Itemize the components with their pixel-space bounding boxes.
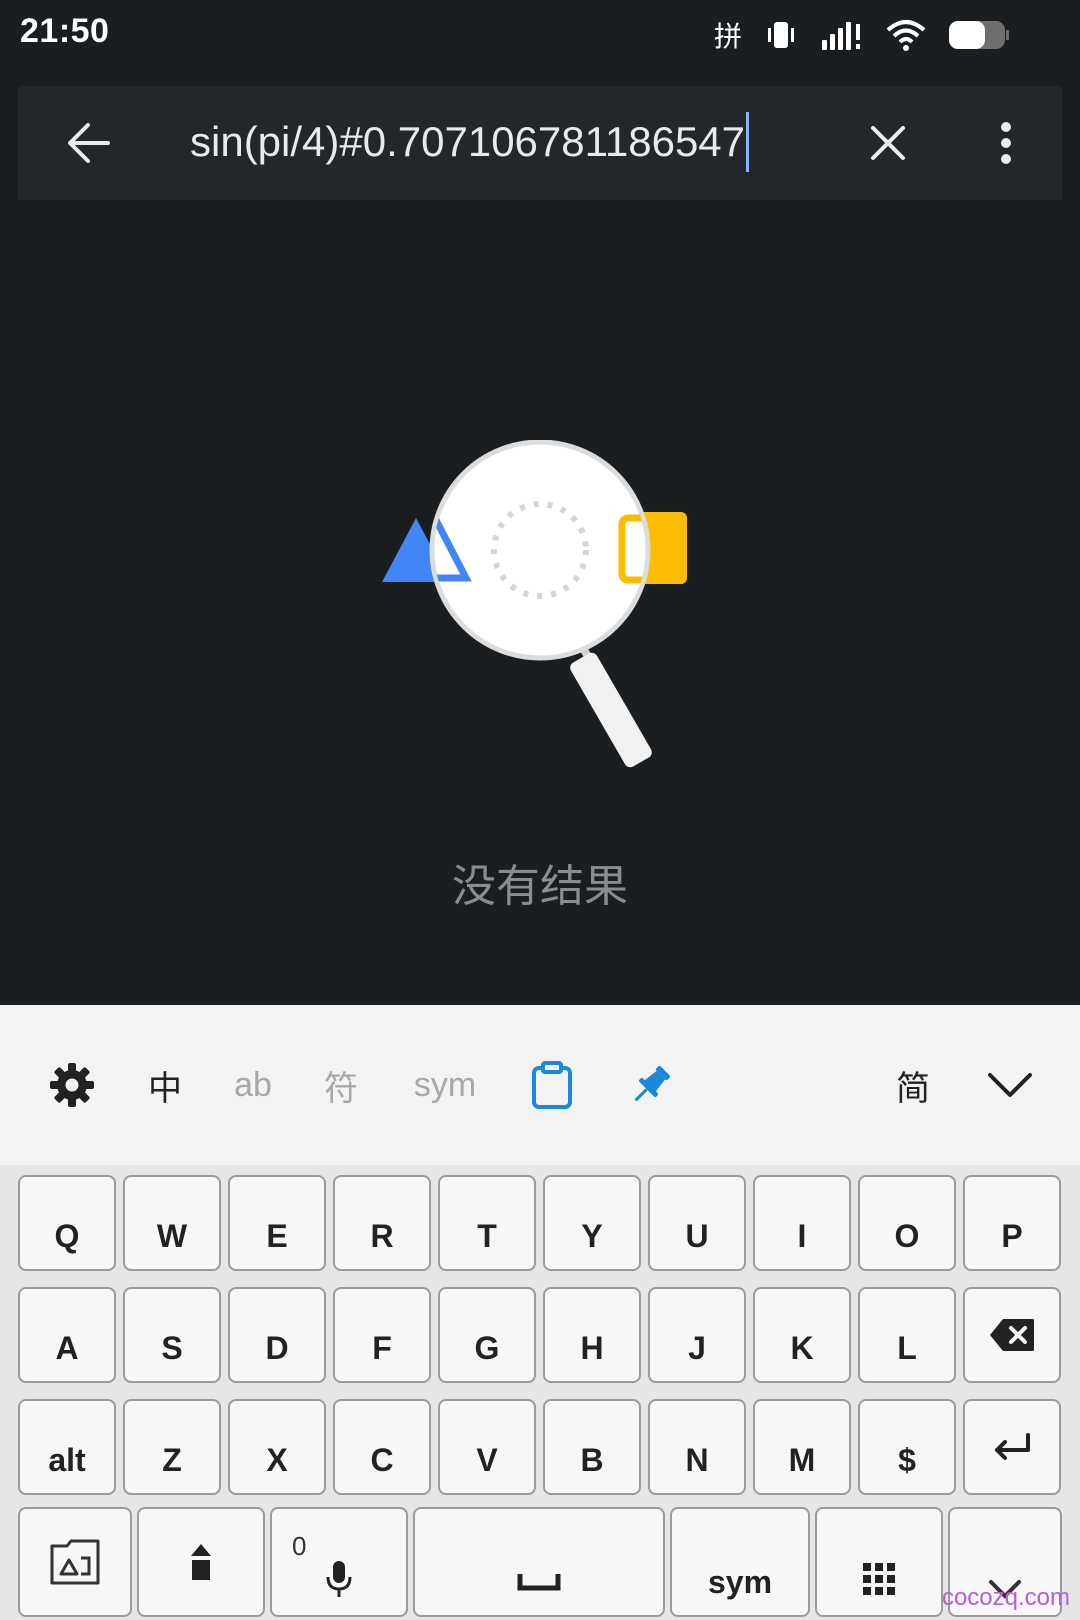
- back-button[interactable]: [58, 113, 118, 173]
- backspace-key[interactable]: [963, 1287, 1061, 1383]
- key-x[interactable]: X: [228, 1399, 326, 1495]
- ime-indicator: 拼: [713, 20, 742, 53]
- grid-icon: [863, 1563, 895, 1595]
- key-i[interactable]: I: [753, 1175, 851, 1271]
- collapse-toolbar-button[interactable]: [982, 1055, 1038, 1115]
- numpad-key[interactable]: [815, 1507, 943, 1617]
- more-options-button[interactable]: [986, 113, 1026, 173]
- key-alt[interactable]: alt: [18, 1399, 116, 1495]
- mode-symbols-cn[interactable]: 符: [316, 1055, 366, 1115]
- enter-key[interactable]: [963, 1399, 1061, 1495]
- mode-symbols[interactable]: sym: [410, 1055, 480, 1115]
- battery-icon: [948, 18, 1010, 52]
- simplified-chinese-toggle[interactable]: 简: [888, 1055, 938, 1115]
- key-e[interactable]: E: [228, 1175, 326, 1271]
- key-q[interactable]: Q: [18, 1175, 116, 1271]
- signal-icon: [820, 18, 864, 52]
- key-n[interactable]: N: [648, 1399, 746, 1495]
- close-icon: [871, 126, 905, 160]
- vibrate-icon: [764, 18, 798, 52]
- key-j[interactable]: J: [648, 1287, 746, 1383]
- key-t[interactable]: T: [438, 1175, 536, 1271]
- key-v[interactable]: V: [438, 1399, 536, 1495]
- mic-key[interactable]: 0: [270, 1507, 408, 1617]
- watermark: cocozq.com: [941, 1584, 1070, 1611]
- search-query: sin(pi/4)#0.707106781186547: [190, 118, 746, 165]
- key-p[interactable]: P: [963, 1175, 1061, 1271]
- mic-key-hint: 0: [292, 1531, 307, 1561]
- key-d[interactable]: D: [228, 1287, 326, 1383]
- status-time: 21:50: [20, 12, 110, 50]
- space-key[interactable]: [413, 1507, 665, 1617]
- keyboard-settings-button[interactable]: [44, 1055, 100, 1115]
- sym-key[interactable]: sym: [670, 1507, 810, 1617]
- no-results-text: 没有结果: [452, 861, 628, 912]
- key-b[interactable]: B: [543, 1399, 641, 1495]
- clipboard-icon: [532, 1061, 572, 1109]
- magnifier-lens: [429, 440, 651, 661]
- shift-key[interactable]: [137, 1507, 265, 1617]
- mode-chinese[interactable]: 中: [140, 1055, 190, 1115]
- clipboard-button[interactable]: [528, 1055, 576, 1115]
- key-w[interactable]: W: [123, 1175, 221, 1271]
- pin-icon: [635, 1066, 670, 1101]
- chevron-down-icon: [988, 1073, 1032, 1097]
- key-f[interactable]: F: [333, 1287, 431, 1383]
- search-bar: sin(pi/4)#0.707106781186547: [18, 86, 1062, 200]
- key-c[interactable]: C: [333, 1399, 431, 1495]
- image-folder-icon: [50, 1539, 100, 1585]
- text-caret: [746, 112, 750, 172]
- key-z[interactable]: Z: [123, 1399, 221, 1495]
- key-a[interactable]: A: [18, 1287, 116, 1383]
- clear-button[interactable]: [858, 113, 918, 173]
- mic-icon: [326, 1561, 352, 1597]
- image-folder-key[interactable]: [18, 1507, 132, 1617]
- key-k[interactable]: K: [753, 1287, 851, 1383]
- shift-icon: [191, 1544, 211, 1580]
- enter-icon: [995, 1433, 1030, 1460]
- gear-icon: [50, 1063, 94, 1107]
- keyboard: Q W E R T Y U I O P A S D F G H J K L al…: [0, 1165, 1080, 1620]
- status-bar: 21:50 拼: [0, 0, 1080, 72]
- mode-english[interactable]: ab: [228, 1055, 278, 1115]
- pin-button[interactable]: [626, 1055, 676, 1115]
- key-h[interactable]: H: [543, 1287, 641, 1383]
- arrow-left-icon: [68, 123, 110, 163]
- backspace-icon: [990, 1319, 1034, 1351]
- key-y[interactable]: Y: [543, 1175, 641, 1271]
- key-dollar[interactable]: $: [858, 1399, 956, 1495]
- keyboard-toolbar: 中 ab 符 sym 简: [0, 1005, 1080, 1165]
- key-o[interactable]: O: [858, 1175, 956, 1271]
- key-g[interactable]: G: [438, 1287, 536, 1383]
- key-m[interactable]: M: [753, 1399, 851, 1495]
- magnifier-handle: [570, 652, 652, 768]
- key-s[interactable]: S: [123, 1287, 221, 1383]
- no-results-illustration: [382, 440, 687, 768]
- key-r[interactable]: R: [333, 1175, 431, 1271]
- key-l[interactable]: L: [858, 1287, 956, 1383]
- search-input[interactable]: sin(pi/4)#0.707106781186547: [190, 112, 750, 172]
- status-icons: 拼: [714, 14, 1010, 56]
- more-vert-icon: [1001, 122, 1011, 164]
- key-u[interactable]: U: [648, 1175, 746, 1271]
- space-icon: [517, 1574, 561, 1591]
- wifi-icon: [886, 18, 926, 52]
